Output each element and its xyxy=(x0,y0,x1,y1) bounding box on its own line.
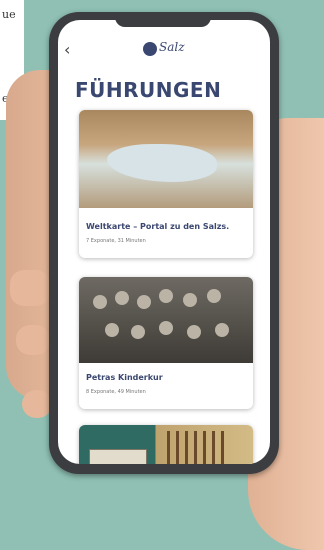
photo-figure xyxy=(115,291,129,305)
logo-mark-icon xyxy=(143,42,157,56)
photo-figure xyxy=(159,289,173,303)
photo-figure xyxy=(105,323,119,337)
tour-image xyxy=(79,277,253,363)
tour-card[interactable]: Petras Kinderkur 8 Exponate, 49 Minuten xyxy=(79,277,253,409)
back-arrow-icon[interactable]: ‹ xyxy=(64,42,80,58)
photo-detail xyxy=(167,431,229,464)
photo-figure xyxy=(215,323,229,337)
photo-figure xyxy=(93,295,107,309)
photo-figure xyxy=(183,293,197,307)
tour-card[interactable]: Weltkarte – Portal zu den Salzs. 7 Expon… xyxy=(79,110,253,258)
photo-figure xyxy=(207,289,221,303)
tour-title: Petras Kinderkur xyxy=(86,373,163,382)
photo-figure xyxy=(131,325,145,339)
app-header: ‹ Salz xyxy=(58,20,270,72)
photo-figure xyxy=(187,325,201,339)
phone-screen: ‹ Salz FÜHRUNGEN Weltkarte – Portal zu d… xyxy=(58,20,270,464)
logo-text: Salz xyxy=(159,40,185,54)
tour-title: Weltkarte – Portal zu den Salzs. xyxy=(86,222,230,231)
finger xyxy=(10,270,50,306)
photo-sign xyxy=(89,449,147,464)
finger xyxy=(16,325,50,355)
page-text-fragment: ue xyxy=(2,8,16,21)
tour-image xyxy=(79,425,253,464)
tour-image-detail xyxy=(107,144,217,182)
tour-meta: 7 Exponate, 31 Minuten xyxy=(86,238,146,244)
page-title: FÜHRUNGEN xyxy=(75,78,222,102)
photo-figure xyxy=(137,295,151,309)
photo-figure xyxy=(159,321,173,335)
phone-notch xyxy=(115,15,211,27)
tour-card[interactable] xyxy=(79,425,253,464)
tour-meta: 8 Exponate, 49 Minuten xyxy=(86,389,146,395)
app-logo: Salz xyxy=(143,40,203,60)
tour-image xyxy=(79,110,253,208)
finger xyxy=(22,390,52,418)
